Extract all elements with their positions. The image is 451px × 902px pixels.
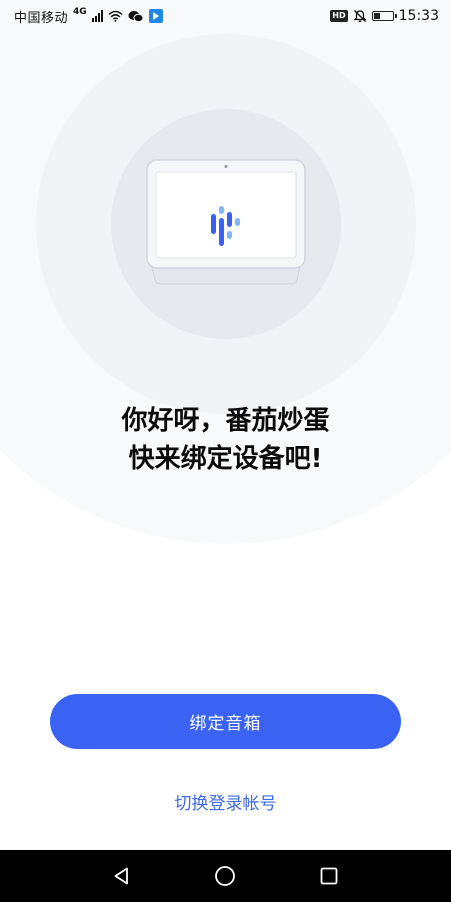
greeting-heading: 你好呀，番茄炒蛋 快来绑定设备吧! [0, 402, 451, 478]
home-button[interactable] [209, 860, 241, 892]
hd-icon: HD [330, 10, 348, 22]
battery-icon [371, 11, 397, 21]
status-time: 15:33 [398, 8, 439, 24]
status-bar: 中国移动 4G HD 15:33 [0, 0, 451, 32]
back-button[interactable] [106, 860, 138, 892]
carrier-name: 中国移动 [14, 10, 69, 26]
wechat-icon [128, 10, 144, 22]
switch-account-link[interactable]: 切换登录帐号 [0, 789, 451, 814]
greeting-line-1: 你好呀，番茄炒蛋 [121, 406, 330, 436]
recents-square-icon [320, 867, 338, 885]
recents-button[interactable] [313, 860, 345, 892]
status-left-group: 中国移动 4G [14, 7, 163, 26]
back-triangle-icon [114, 867, 128, 885]
smart-display-illustration [146, 159, 306, 285]
system-navigation-bar [0, 850, 451, 902]
network-type-badge: 4G [73, 7, 87, 17]
greeting-line-2: 快来绑定设备吧! [128, 444, 323, 474]
mute-bell-icon [353, 10, 367, 23]
status-right-group: HD 15:33 [330, 8, 439, 24]
battery-level-fill [373, 13, 380, 19]
home-circle-icon [215, 866, 236, 886]
bind-speaker-button[interactable]: 绑定音箱 [50, 694, 401, 749]
app-notification-icon [148, 9, 163, 23]
wifi-icon [108, 10, 123, 22]
signal-icon [91, 10, 103, 22]
